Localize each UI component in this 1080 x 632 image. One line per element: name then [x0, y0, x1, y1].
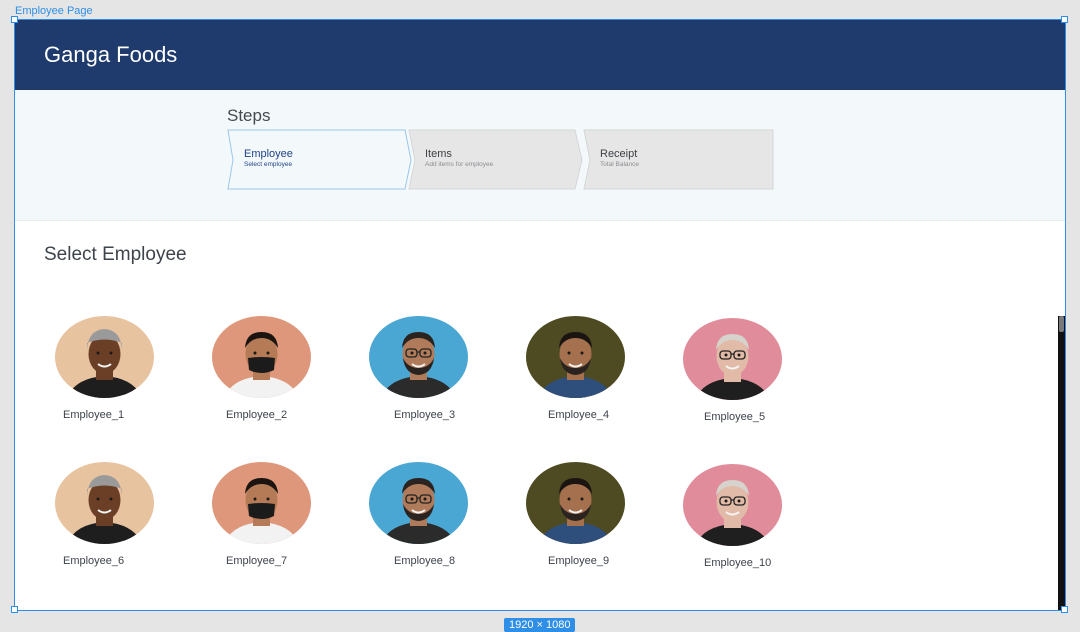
frame-size-badge: 1920 × 1080: [504, 618, 576, 632]
employee-photo: [683, 464, 782, 546]
step-items-subtitle: Add items for employee: [425, 161, 494, 168]
app-title: Ganga Foods: [44, 42, 178, 67]
employee-avatar[interactable]: [55, 462, 154, 544]
step-items[interactable]: Items Add items for employee: [425, 148, 493, 168]
employee-card[interactable]: Employee_1: [55, 316, 165, 426]
step-employee-subtitle: Select employee: [244, 161, 293, 168]
employee-card[interactable]: Employee_3: [369, 316, 479, 426]
employee-avatar[interactable]: [369, 316, 468, 398]
employee-photo: [683, 318, 782, 400]
step-receipt-title: Receipt: [600, 148, 638, 160]
employee-avatar[interactable]: [369, 462, 468, 544]
employee-card[interactable]: Employee_7: [212, 462, 322, 572]
employee-photo: [526, 462, 625, 544]
scrollbar-track[interactable]: [1058, 316, 1065, 610]
resize-handle-bottom-right[interactable]: [1061, 606, 1068, 613]
step-receipt-subtitle: Total Balance: [600, 161, 640, 168]
employee-card[interactable]: Employee_5: [683, 316, 793, 426]
stepper: Employee Select employee Items Add items…: [227, 129, 775, 191]
app-header: Ganga Foods: [15, 20, 1065, 90]
employee-card[interactable]: Employee_6: [55, 462, 165, 572]
employee-avatar[interactable]: [55, 316, 154, 398]
employee-card[interactable]: Employee_10: [683, 462, 793, 572]
employee-page-frame: Ganga Foods Steps Employee Select employ…: [14, 19, 1066, 611]
employee-name: Employee_10: [704, 557, 772, 569]
employee-photo: [369, 316, 468, 398]
employee-avatar[interactable]: [212, 462, 311, 544]
scrollbar-thumb[interactable]: [1059, 316, 1064, 332]
employee-name: Employee_7: [226, 555, 288, 567]
employee-avatar[interactable]: [212, 316, 311, 398]
employee-photo: [369, 462, 468, 544]
select-employee-title: Select Employee: [44, 244, 187, 265]
employee-photo: [212, 462, 311, 544]
employee-card[interactable]: Employee_4: [526, 316, 636, 426]
employee-name: Employee_2: [226, 409, 288, 421]
steps-panel: Steps Employee Select employee Items Add…: [15, 90, 1065, 221]
employee-name: Employee_4: [548, 409, 610, 421]
resize-handle-top-right[interactable]: [1061, 16, 1068, 23]
employee-card[interactable]: Employee_8: [369, 462, 479, 572]
employee-photo: [526, 316, 625, 398]
stepper-shapes: [227, 129, 774, 190]
resize-handle-bottom-left[interactable]: [11, 606, 18, 613]
step-items-title: Items: [425, 148, 452, 160]
steps-title: Steps: [227, 106, 271, 125]
step-receipt[interactable]: Receipt Total Balance: [600, 148, 639, 168]
employee-photo: [55, 316, 154, 398]
employee-name: Employee_8: [394, 555, 456, 567]
employee-photo: [55, 462, 154, 544]
employee-name: Employee_9: [548, 555, 610, 567]
step-employee[interactable]: Employee Select employee: [244, 148, 293, 168]
employee-card[interactable]: Employee_9: [526, 462, 636, 572]
employee-avatar[interactable]: [683, 464, 782, 546]
frame-label: Employee Page: [15, 5, 93, 17]
employee-photo: [212, 316, 311, 398]
employee-card[interactable]: Employee_2: [212, 316, 322, 426]
employee-name: Employee_3: [394, 409, 456, 421]
employee-name: Employee_1: [63, 409, 125, 421]
employee-avatar[interactable]: [683, 318, 782, 400]
step-employee-title: Employee: [244, 148, 293, 160]
resize-handle-top-left[interactable]: [11, 16, 18, 23]
employee-avatar[interactable]: [526, 462, 625, 544]
employee-avatar[interactable]: [526, 316, 625, 398]
employee-name: Employee_6: [63, 555, 125, 567]
employee-name: Employee_5: [704, 411, 766, 423]
